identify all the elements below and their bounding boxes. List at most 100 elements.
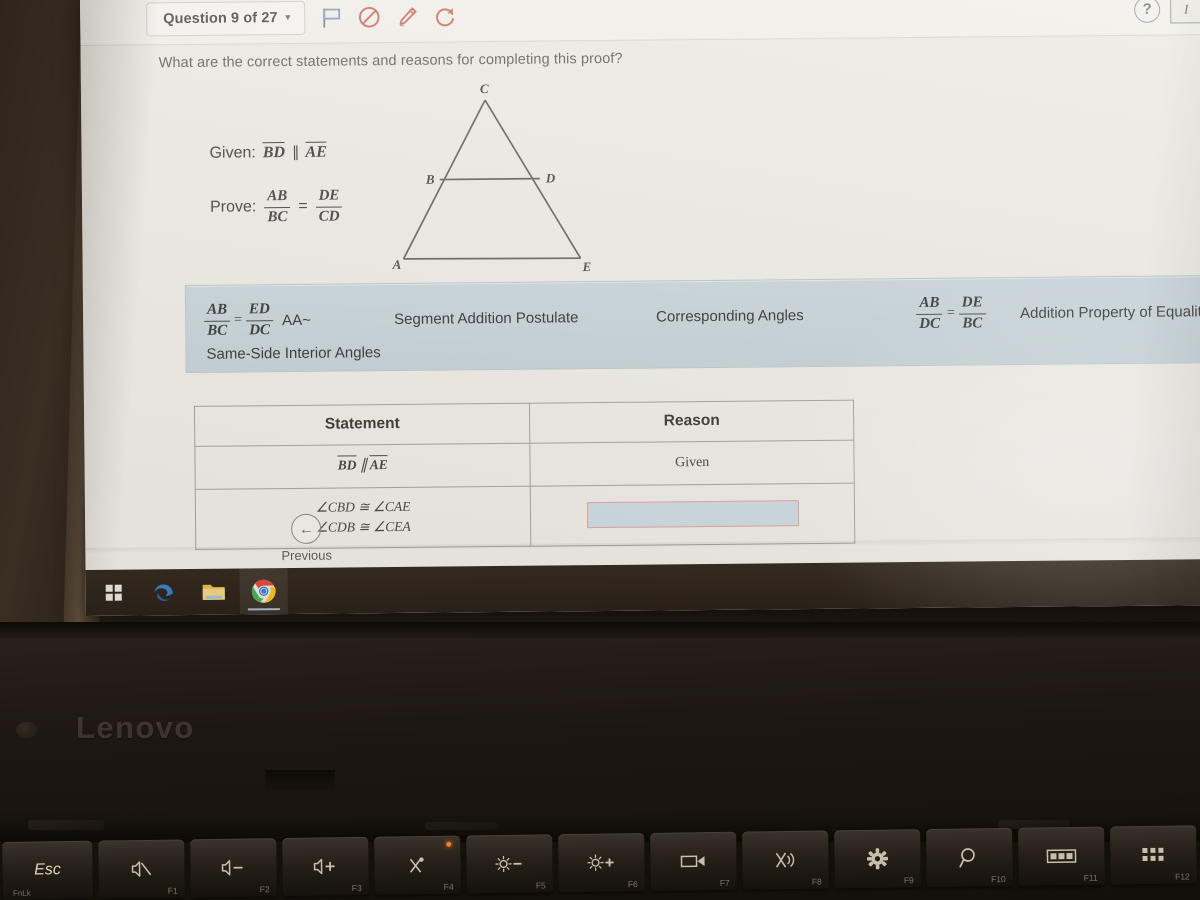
answer-option-addition-property[interactable]: Addition Property of Equality [1020,303,1200,322]
task-view-key-fnum: F11 [1083,872,1098,883]
esc-key-label: Esc [34,861,61,879]
arrow-left-icon: ← [291,513,322,544]
ratio2-den-right: BC [962,315,983,332]
ratio2-left: AB DC [916,294,943,334]
stmt1-parallel: ∥ [359,457,367,474]
brightness-up-icon [586,852,616,872]
calculator-icon[interactable]: I [1170,0,1200,24]
no-entry-icon[interactable] [357,5,381,29]
volume-down-icon [220,859,246,877]
parallel-symbol: ∥ [291,143,299,161]
quiz-toolbar: Question 9 of 27 ▾ ? I [80,0,1200,46]
laptop-hinge [0,622,1200,638]
answer-option-same-side-interior[interactable]: Same-Side Interior Angles [206,344,380,363]
question-selector-label: Question 9 of 27 [163,9,278,27]
prove-num-left: AB [264,187,291,208]
statement-1-text: BD ∥ AE [337,455,388,474]
answer-option-aa[interactable]: AA~ [282,311,394,328]
display-switch-key[interactable]: F7 [649,831,737,891]
given-segment-bd: BD [262,142,286,162]
refresh-icon[interactable] [433,4,457,28]
wireless-icon [772,850,798,870]
question-prompt: What are the correct statements and reas… [158,50,623,72]
answer-option-corresponding-angles[interactable]: Corresponding Angles [656,306,916,325]
mic-mute-key-fnum: F4 [443,881,454,892]
mic-mute-key[interactable]: F4 [373,835,461,895]
vertex-label-b: B [425,172,435,187]
esc-key[interactable]: Esc FnLk [2,840,93,900]
brightness-down-key[interactable]: F5 [465,834,553,894]
chevron-down-icon: ▾ [285,11,291,23]
screenshot-root: Question 9 of 27 ▾ ? I What are the corr… [0,0,1200,900]
flag-icon[interactable] [321,5,343,29]
previous-button[interactable]: ← Previous [281,513,332,563]
start-button[interactable] [90,569,138,615]
display-switch-icon [679,852,707,870]
wireless-key-fnum: F8 [811,876,822,887]
edge-icon[interactable] [140,569,188,615]
volume-down-key[interactable]: F2 [189,838,277,898]
prove-equals: = [298,198,308,216]
windows-list-icon [1046,848,1077,864]
all-apps-key-fnum: F12 [1175,871,1190,882]
mic-mute-icon [406,855,428,875]
vertex-label-c: C [480,81,489,96]
statement-2-line-2: ∠CDB ≅ ∠CEA [315,518,411,535]
task-view-key[interactable]: F11 [1018,826,1105,886]
wireless-key[interactable]: F8 [741,830,829,890]
speaker-grille-center [425,822,497,830]
mute-key-fnum: F1 [167,885,178,896]
proof-table-header-row: Statement Reason [194,400,854,447]
answer-option-ratio-2[interactable]: AB DC = DE BC [916,294,1020,333]
all-apps-key[interactable]: F12 [1110,825,1197,885]
deck-sensor [16,722,38,738]
gear-icon [866,848,888,870]
question-selector[interactable]: Question 9 of 27 ▾ [146,0,306,36]
brightness-down-key-fnum: F5 [535,880,546,891]
column-header-reason: Reason [529,400,854,444]
help-icon[interactable]: ? [1134,0,1161,23]
speaker-mute-icon [130,860,152,878]
settings-key-fnum: F9 [903,875,914,886]
mute-key[interactable]: F1 [97,839,185,899]
given-segment-ae: AE [305,141,327,162]
ratio1-num-right: ED [245,301,273,322]
prove-label: Prove: [209,198,257,216]
answer-bank-row-1: AB BC = ED DC AA~ Segment Addition Postu… [203,292,1200,341]
search-key[interactable]: F10 [926,827,1013,888]
windows-logo-icon [105,584,122,601]
reason-cell-1: Given [530,440,855,486]
prove-den-right: CD [318,208,340,225]
ratio1-equals: = [234,312,243,328]
toolbar-right-group: ? I [1134,0,1200,24]
volume-up-key[interactable]: F3 [281,836,369,897]
given-label: Given: [209,144,256,162]
volume-up-icon [312,857,338,875]
statement-cell-1: BD ∥ AE [194,443,531,489]
brightness-up-key[interactable]: F6 [557,833,645,893]
chrome-icon[interactable] [239,568,288,615]
apps-grid-icon [1140,846,1166,864]
prove-row: Prove: AB BC = DE CD [210,187,343,227]
reason-1-text: Given [674,454,710,471]
answer-option-ratio-1[interactable]: AB BC = ED DC [203,301,282,340]
given-prove-block: Given: BD ∥ AE Prove: AB BC = DE CD [209,141,343,227]
brightness-down-icon [494,854,524,874]
laptop-latch [265,770,335,790]
reason-dropzone[interactable] [586,499,799,528]
ratio1-den-left: BC [207,322,228,339]
prove-num-right: DE [315,187,343,208]
settings-key[interactable]: F9 [833,829,921,889]
pencil-icon[interactable] [395,4,419,28]
ratio2-num-right: DE [958,294,986,315]
file-explorer-icon[interactable] [190,569,238,615]
prove-fraction-right: DE CD [315,187,343,226]
volume-down-key-fnum: F2 [259,884,270,895]
ratio2-equals: = [946,305,955,321]
ratio1-num-left: AB [203,301,231,322]
vertex-label-a: A [392,257,402,272]
answer-option-segment-addition[interactable]: Segment Addition Postulate [394,308,656,328]
search-key-fnum: F10 [991,873,1006,885]
mic-mute-led [446,841,452,847]
vertex-label-d: D [545,170,556,185]
